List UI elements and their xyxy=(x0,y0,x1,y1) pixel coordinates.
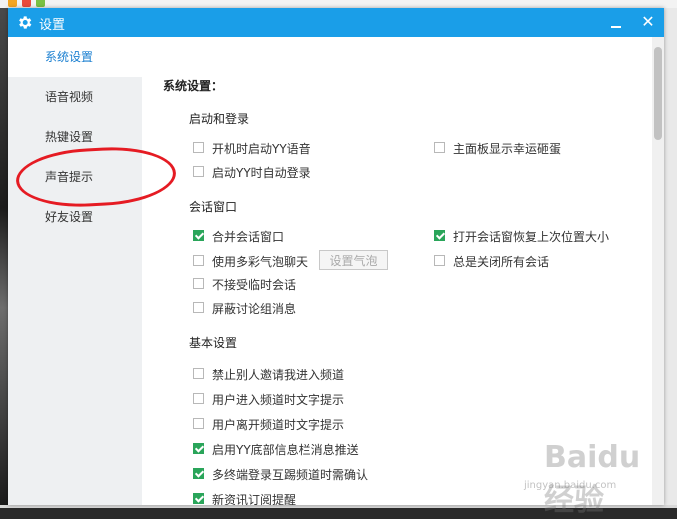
title-bar[interactable]: 设置 ✕ xyxy=(8,8,664,37)
nav-item-system-settings[interactable]: 系统设置 xyxy=(8,37,142,77)
checkbox[interactable] xyxy=(193,166,204,177)
checkbox[interactable] xyxy=(434,142,445,153)
gear-icon xyxy=(19,16,32,29)
taskbar-app-icon xyxy=(36,0,45,7)
option-label: 打开会话窗恢复上次位置大小 xyxy=(453,230,610,244)
close-icon[interactable]: ✕ xyxy=(639,13,657,31)
option-label: 合并会话窗口 xyxy=(212,230,285,244)
checkbox-checked[interactable] xyxy=(434,230,445,241)
option-label: 开机时启动YY语音 xyxy=(212,142,311,156)
settings-dialog: 设置 ✕ 系统设置 语音视频 热键设置 声音提示 好友设置 系统设置： 启动和登… xyxy=(8,8,664,505)
option-label: 启动YY时自动登录 xyxy=(212,166,311,180)
checkbox-checked[interactable] xyxy=(193,443,204,454)
nav-item-label: 语音视频 xyxy=(45,90,94,104)
checkbox[interactable] xyxy=(434,255,445,266)
watermark-subtitle: jingyan.baidu.com xyxy=(524,480,617,491)
option-label: 主面板显示幸运砸蛋 xyxy=(453,142,562,156)
section-title: 系统设置： xyxy=(163,79,224,93)
settings-nav: 系统设置 语音视频 热键设置 声音提示 好友设置 xyxy=(8,37,142,505)
checkbox[interactable] xyxy=(193,255,204,266)
checkbox[interactable] xyxy=(193,278,204,289)
option-label: 不接受临时会话 xyxy=(212,278,297,292)
checkbox[interactable] xyxy=(193,393,204,404)
option-label: 用户进入频道时文字提示 xyxy=(212,393,345,407)
nav-item-voice-video[interactable]: 语音视频 xyxy=(8,77,142,117)
background-window xyxy=(664,8,677,508)
checkbox[interactable] xyxy=(193,142,204,153)
option-label: 屏蔽讨论组消息 xyxy=(212,302,297,316)
taskbar-app-icon xyxy=(22,0,31,7)
option-label: 新资讯订阅提醒 xyxy=(212,493,297,505)
group-title-basic: 基本设置 xyxy=(189,336,238,350)
option-label: 启用YY底部信息栏消息推送 xyxy=(212,443,359,457)
nav-item-label: 热键设置 xyxy=(45,130,94,144)
vertical-scrollbar[interactable] xyxy=(652,37,664,505)
checkbox-checked[interactable] xyxy=(193,493,204,504)
option-label: 多终端登录互踢频道时需确认 xyxy=(212,468,369,482)
checkbox-checked[interactable] xyxy=(193,468,204,479)
checkbox[interactable] xyxy=(193,302,204,313)
checkbox-checked[interactable] xyxy=(193,230,204,241)
taskbar-app-icon xyxy=(8,0,17,7)
nav-item-label: 好友设置 xyxy=(45,210,94,224)
checkbox[interactable] xyxy=(193,368,204,379)
baidu-watermark: Baidu 经验 jingyan.baidu.com xyxy=(516,440,662,518)
scrollbar-thumb[interactable] xyxy=(654,47,662,140)
option-label: 禁止别人邀请我进入频道 xyxy=(212,368,345,382)
minimize-icon[interactable] xyxy=(607,14,625,32)
option-label: 总是关闭所有会话 xyxy=(453,255,550,269)
group-title-chat: 会话窗口 xyxy=(189,200,238,214)
group-title-startup: 启动和登录 xyxy=(189,112,250,126)
settings-content: 系统设置： 启动和登录 开机时启动YY语音 主面板显示幸运砸蛋 启动YY时自动登… xyxy=(142,37,652,505)
option-label: 用户离开频道时文字提示 xyxy=(212,418,345,432)
nav-item-label: 系统设置 xyxy=(45,50,94,64)
set-bubble-button[interactable]: 设置气泡 xyxy=(319,250,388,270)
checkbox[interactable] xyxy=(193,418,204,429)
option-label: 使用多彩气泡聊天 xyxy=(212,255,309,269)
window-title: 设置 xyxy=(39,18,66,33)
background-top-strip xyxy=(0,0,677,8)
